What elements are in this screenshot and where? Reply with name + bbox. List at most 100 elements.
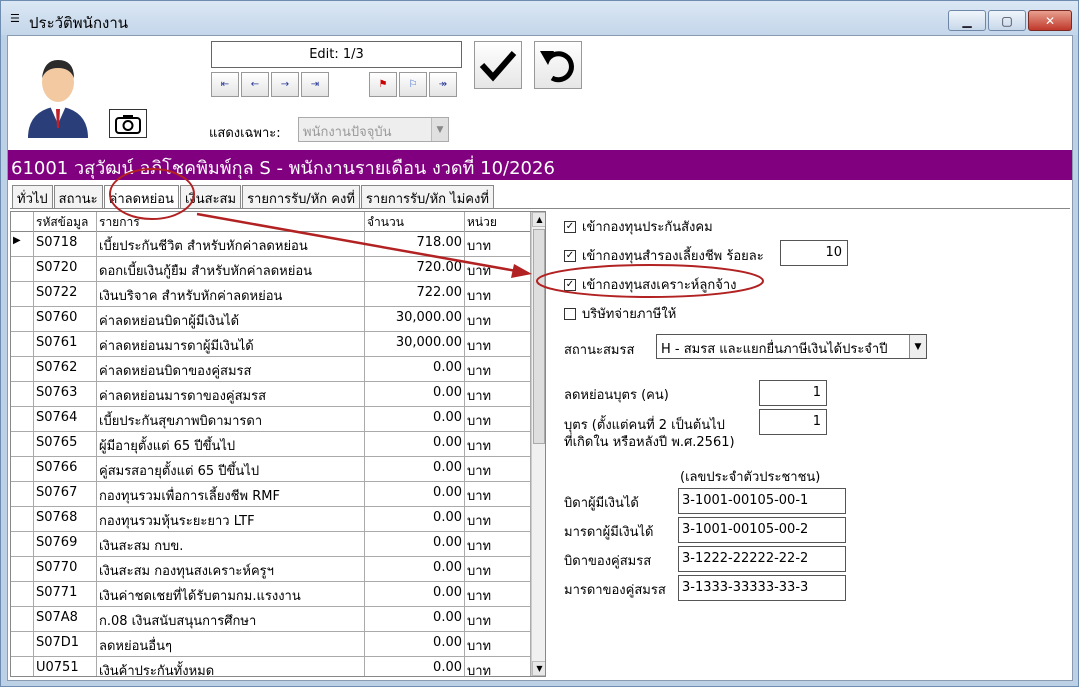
camera-button[interactable]	[109, 109, 147, 138]
row-desc[interactable]: เงินสะสม กองทุนสงเคราะห์ครูฯ	[97, 557, 365, 582]
row-indicator[interactable]	[11, 632, 34, 657]
row-amount[interactable]: 0.00	[365, 532, 465, 557]
row-code[interactable]: S0767	[34, 482, 97, 507]
row-amount[interactable]: 30,000.00	[365, 332, 465, 357]
table-row[interactable]: S0767 กองทุนรวมเพื่อการเลี้ยงชีพ RMF 0.00 บ…	[11, 482, 531, 507]
row-indicator[interactable]	[11, 382, 34, 407]
header-desc[interactable]: รายการ	[97, 212, 365, 232]
first-record-button[interactable]: ⇤	[211, 72, 239, 97]
row-unit[interactable]: บาท	[465, 332, 531, 357]
table-row[interactable]: ▶ S0718 เบี้ยประกันชีวิต สำหรับหักค่าลดหย่…	[11, 232, 531, 257]
undo-button[interactable]	[534, 41, 582, 89]
row-code[interactable]: U0751	[34, 657, 97, 676]
tab-fixed-income-deduct[interactable]: รายการรับ/หัก คงที่	[242, 185, 360, 209]
header-amount[interactable]: จำนวน	[365, 212, 465, 232]
row-desc[interactable]: ค่าลดหย่อนบิดาของคู่สมรส	[97, 357, 365, 382]
row-unit[interactable]: บาท	[465, 307, 531, 332]
row-unit[interactable]: บาท	[465, 532, 531, 557]
table-row[interactable]: S0760 ค่าลดหย่อนบิดาผู้มีเงินได้ 30,000.00…	[11, 307, 531, 332]
row-unit[interactable]: บาท	[465, 282, 531, 307]
row-unit[interactable]: บาท	[465, 657, 531, 676]
row-desc[interactable]: เงินค้าประกันทั้งหมด	[97, 657, 365, 676]
row-amount[interactable]: 722.00	[365, 282, 465, 307]
row-desc[interactable]: กองทุนรวมหุ้นระยะยาว LTF	[97, 507, 365, 532]
tab-savings[interactable]: เงินสะสม	[179, 185, 242, 209]
row-desc[interactable]: ผู้มีอายุตั้งแต่ 65 ปีขึ้นไป	[97, 432, 365, 457]
header-code[interactable]: รหัสข้อมูล	[34, 212, 97, 232]
welfare-fund-checkbox[interactable]: ✓	[564, 278, 576, 291]
social-security-checkbox[interactable]: ✓	[564, 220, 576, 233]
row-unit[interactable]: บาท	[465, 357, 531, 382]
provident-fund-checkbox[interactable]: ✓	[564, 249, 576, 262]
header-unit[interactable]: หน่วย	[465, 212, 531, 232]
row-indicator[interactable]	[11, 257, 34, 282]
row-code[interactable]: S0765	[34, 432, 97, 457]
id-number-field[interactable]: 3-1001-00105-00-1	[678, 488, 846, 514]
minimize-button[interactable]: ▁	[948, 10, 986, 31]
table-row[interactable]: S0761 ค่าลดหย่อนมารดาผู้มีเงินได้ 30,000.0…	[11, 332, 531, 357]
row-code[interactable]: S07A8	[34, 607, 97, 632]
row-unit[interactable]: บาท	[465, 232, 531, 257]
row-amount[interactable]: 0.00	[365, 357, 465, 382]
row-desc[interactable]: ค่าลดหย่อนบิดาผู้มีเงินได้	[97, 307, 365, 332]
row-unit[interactable]: บาท	[465, 557, 531, 582]
table-row[interactable]: U0751 เงินค้าประกันทั้งหมด 0.00 บาท	[11, 657, 531, 676]
row-desc[interactable]: ค่าลดหย่อนมารดาของคู่สมรส	[97, 382, 365, 407]
company-pays-tax-option[interactable]: บริษัทจ่ายภาษีให้	[564, 303, 676, 324]
prev-record-button[interactable]: ←	[241, 72, 269, 97]
row-desc[interactable]: เงินสะสม กบข.	[97, 532, 365, 557]
row-indicator[interactable]	[11, 532, 34, 557]
row-desc[interactable]: ลดหย่อนอื่นๆ	[97, 632, 365, 657]
tab-status[interactable]: สถานะ	[53, 185, 103, 209]
table-row[interactable]: S0766 คู่สมรสอายุตั้งแต่ 65 ปีขึ้นไป 0.00 บ…	[11, 457, 531, 482]
close-button[interactable]: ✕	[1028, 10, 1072, 31]
social-security-option[interactable]: ✓ เข้ากองทุนประกันสังคม	[564, 216, 713, 237]
table-row[interactable]: S0762 ค่าลดหย่อนบิดาของคู่สมรส 0.00 บาท	[11, 357, 531, 382]
table-row[interactable]: S0770 เงินสะสม กองทุนสงเคราะห์ครูฯ 0.00 บาท	[11, 557, 531, 582]
row-indicator[interactable]	[11, 282, 34, 307]
children-count-input[interactable]: 1	[759, 380, 827, 406]
flag-edit-button[interactable]: ⚐	[399, 72, 427, 97]
row-code[interactable]: S0718	[34, 232, 97, 257]
table-row[interactable]: S0768 กองทุนรวมหุ้นระยะยาว LTF 0.00 บาท	[11, 507, 531, 532]
grid-scrollbar[interactable]: ▲ ▼	[531, 212, 545, 676]
show-only-select[interactable]: พนักงานปัจจุบัน ▼	[298, 117, 449, 142]
company-pays-tax-checkbox[interactable]	[564, 307, 576, 320]
row-indicator[interactable]	[11, 657, 34, 676]
table-row[interactable]: S0720 ดอกเบี้ยเงินกู้ยืม สำหรับหักค่าลดหย…	[11, 257, 531, 282]
row-code[interactable]: S0766	[34, 457, 97, 482]
scroll-thumb[interactable]	[533, 229, 545, 444]
row-indicator[interactable]	[11, 457, 34, 482]
row-indicator[interactable]	[11, 557, 34, 582]
flag-button[interactable]: ⚑	[369, 72, 397, 97]
id-number-field[interactable]: 3-1333-33333-33-3	[678, 575, 846, 601]
table-row[interactable]: S07A8 ก.08 เงินสนับสนุนการศึกษา 0.00 บาท	[11, 607, 531, 632]
row-indicator[interactable]	[11, 582, 34, 607]
row-unit[interactable]: บาท	[465, 632, 531, 657]
row-desc[interactable]: เงินค่าชดเชยที่ได้รับตามกม.แรงงาน	[97, 582, 365, 607]
row-indicator[interactable]: ▶	[11, 232, 34, 257]
tab-variable-income-deduct[interactable]: รายการรับ/หัก ไม่คงที่	[360, 185, 494, 209]
row-amount[interactable]: 0.00	[365, 457, 465, 482]
row-amount[interactable]: 0.00	[365, 582, 465, 607]
row-desc[interactable]: คู่สมรสอายุตั้งแต่ 65 ปีขึ้นไป	[97, 457, 365, 482]
row-amount[interactable]: 0.00	[365, 482, 465, 507]
row-code[interactable]: S0761	[34, 332, 97, 357]
row-amount[interactable]: 720.00	[365, 257, 465, 282]
provident-fund-option[interactable]: ✓ เข้ากองทุนสำรองเลี้ยงชีพ ร้อยละ	[564, 245, 764, 266]
row-unit[interactable]: บาท	[465, 607, 531, 632]
last-record-button[interactable]: ⇥	[301, 72, 329, 97]
row-code[interactable]: S0770	[34, 557, 97, 582]
marital-status-select[interactable]: H - สมรส และแยกยื่นภาษีเงินได้ประจำปี ▼	[656, 334, 927, 359]
row-indicator[interactable]	[11, 332, 34, 357]
row-code[interactable]: S0768	[34, 507, 97, 532]
row-amount[interactable]: 0.00	[365, 657, 465, 676]
tab-deductions[interactable]: ค่าลดหย่อน	[103, 185, 179, 209]
table-row[interactable]: S0769 เงินสะสม กบข. 0.00 บาท	[11, 532, 531, 557]
row-desc[interactable]: เบี้ยประกันชีวิต สำหรับหักค่าลดหย่อน	[97, 232, 365, 257]
row-code[interactable]: S0722	[34, 282, 97, 307]
scroll-down-icon[interactable]: ▼	[532, 661, 545, 676]
row-unit[interactable]: บาท	[465, 382, 531, 407]
title-bar[interactable]: ☰ ประวัติพนักงาน ▁ ▢ ✕	[1, 1, 1078, 35]
deductions-grid[interactable]: รหัสข้อมูล รายการ จำนวน หน่วย ▶ S0718 เบี้…	[10, 211, 546, 677]
